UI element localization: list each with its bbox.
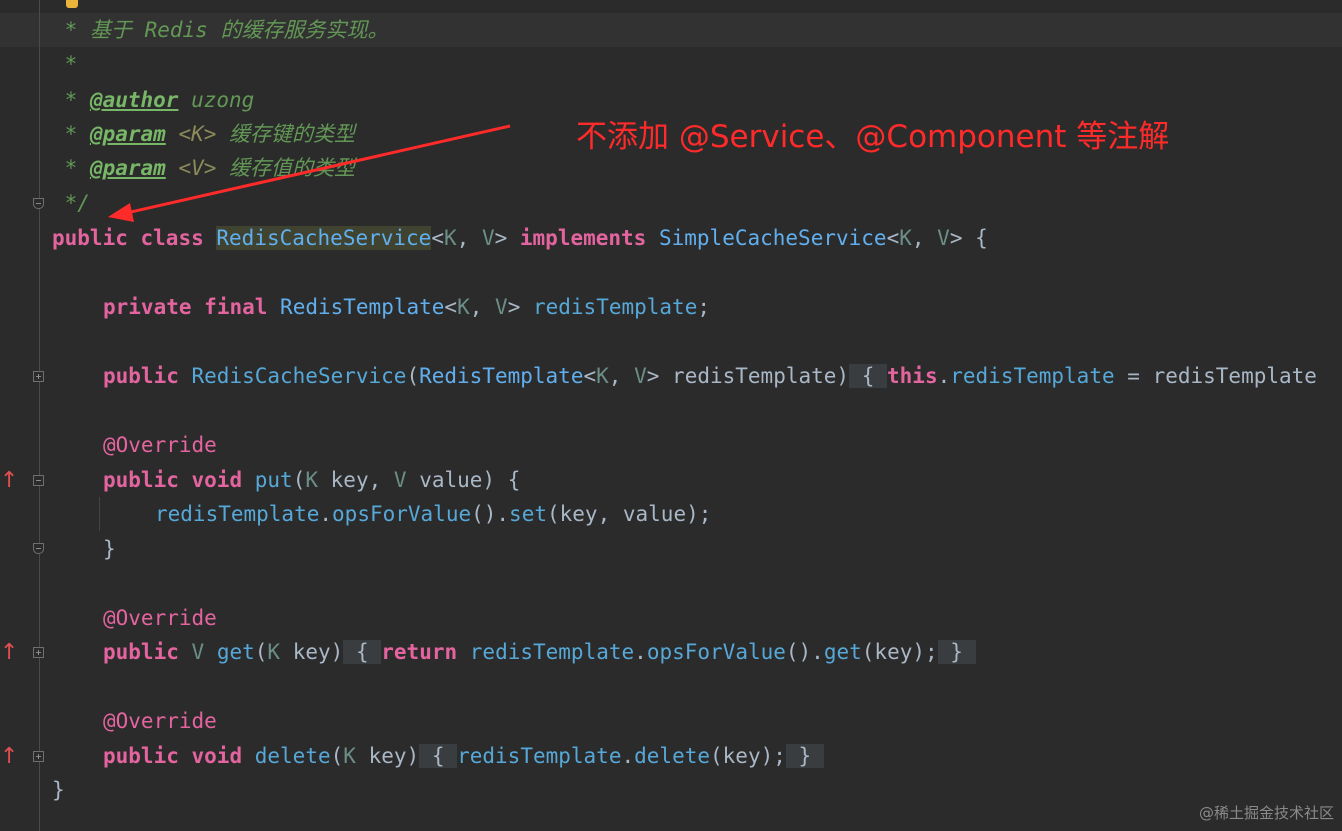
callout-text: 不添加 @Service、@Component 等注解 [576, 119, 1170, 155]
watermark: @稀土掘金技术社区 [1198, 804, 1334, 822]
